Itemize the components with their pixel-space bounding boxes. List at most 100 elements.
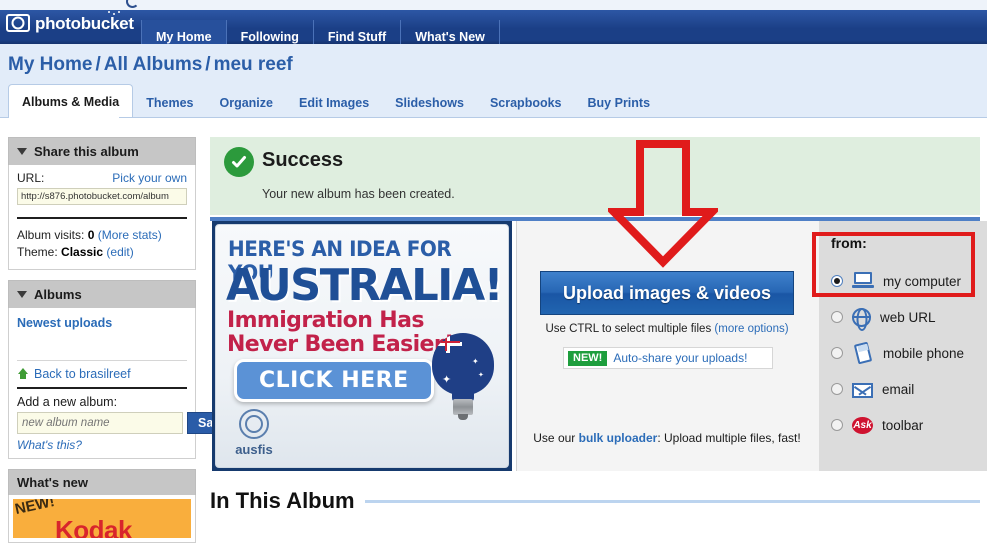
page-left-margin [0, 137, 8, 558]
tab-scrapbooks[interactable]: Scrapbooks [477, 87, 575, 118]
main-navbar: photobucket My Home Following Find Stuff… [0, 10, 987, 54]
ad-click-here-button[interactable]: CLICK HERE [234, 359, 434, 402]
albums-header[interactable]: Albums [8, 280, 196, 308]
breadcrumb-all-albums[interactable]: All Albums [104, 54, 203, 75]
success-message: Your new album has been created. [262, 187, 455, 201]
breadcrumb-meu-reef[interactable]: meu reef [214, 54, 293, 75]
success-title: Success [262, 149, 344, 171]
ad-inner: HERE'S AN IDEA FOR YOU AUSTRALIA! Immigr… [215, 224, 509, 468]
tab-buy-prints[interactable]: Buy Prints [575, 87, 664, 118]
success-check-icon [224, 147, 254, 177]
radio-web-url[interactable] [831, 311, 843, 323]
radio-mobile-phone[interactable] [831, 347, 843, 359]
divider [17, 387, 187, 389]
upload-images-videos-button[interactable]: Upload images & videos [540, 271, 794, 315]
theme-label: Theme: [17, 245, 58, 259]
bulk-uploader-line: Use our bulk uploader: Upload multiple f… [517, 431, 817, 445]
source-option-toolbar[interactable]: Ask toolbar [831, 407, 987, 443]
active-tab-mask [9, 117, 119, 119]
source-option-my-computer[interactable]: my computer [831, 263, 987, 299]
tab-slideshows[interactable]: Slideshows [382, 87, 477, 118]
upload-panel: Upload images & videos Use CTRL to selec… [516, 221, 987, 471]
whats-new-header: What's new [8, 469, 196, 495]
in-this-album-title: In This Album [210, 488, 355, 513]
tab-themes[interactable]: Themes [133, 87, 206, 118]
main-content: Success Your new album has been created.… [210, 137, 987, 513]
browser-chrome-sliver [0, 0, 987, 10]
upload-hint-text: Use CTRL to select multiple files [545, 323, 712, 335]
chevron-down-icon [17, 148, 27, 155]
whats-new-body: NEW! Kodak [8, 495, 196, 543]
auto-share-promo[interactable]: NEW! Auto-share your uploads! [563, 347, 773, 369]
camera-icon [6, 14, 30, 32]
up-arrow-icon [17, 368, 29, 380]
loading-spinner-icon [126, 0, 139, 8]
albums-title: Albums [34, 287, 82, 302]
ausfis-brand-label: ausfis [235, 442, 273, 457]
photobucket-album-page: photobucket My Home Following Find Stuff… [0, 0, 987, 558]
laptop-icon [852, 271, 874, 291]
globe-icon [852, 307, 871, 327]
mobile-phone-icon [852, 341, 874, 365]
album-visits-line: Album visits: 0 (More stats) [17, 227, 187, 244]
breadcrumb: My Home / All Albums / meu reef [8, 54, 293, 76]
back-to-parent-row[interactable]: Back to brasilreef [17, 367, 187, 381]
album-url-input[interactable]: http://s876.photobucket.com/album [17, 188, 187, 205]
success-banner: Success Your new album has been created. [210, 137, 980, 221]
new-album-name-input[interactable] [17, 412, 183, 434]
left-sidebar: Share this album URL: Pick your own http… [8, 137, 239, 553]
source-option-web-url[interactable]: web URL [831, 299, 987, 335]
source-option-email[interactable]: email [831, 371, 987, 407]
add-album-row: Save [17, 412, 239, 434]
radio-email[interactable] [831, 383, 843, 395]
share-album-panel: Share this album URL: Pick your own http… [8, 137, 196, 270]
auto-share-label[interactable]: Auto-share your uploads! [613, 351, 747, 365]
in-this-album-rule [364, 499, 980, 503]
pick-your-own-link[interactable]: Pick your own [112, 171, 187, 185]
australia-advertisement[interactable]: HERE'S AN IDEA FOR YOU AUSTRALIA! Immigr… [212, 221, 512, 471]
tab-underline [0, 117, 987, 118]
whats-new-title: What's new [17, 475, 88, 490]
url-label: URL: [17, 171, 45, 185]
source-option-mobile-phone[interactable]: mobile phone [831, 335, 987, 371]
ad-subhead-line-b: Never Been Easier! [227, 332, 454, 357]
album-visits-label: Album visits: [17, 228, 85, 242]
theme-line: Theme: Classic (edit) [17, 244, 187, 261]
share-album-body: URL: Pick your own http://s876.photobuck… [8, 165, 196, 270]
from-title: from: [831, 235, 867, 251]
radio-my-computer[interactable] [831, 275, 843, 287]
breadcrumb-separator-1: / [95, 54, 101, 75]
whats-this-link[interactable]: What's this? [17, 438, 187, 452]
more-stats-link[interactable]: (More stats) [98, 228, 162, 242]
tab-organize[interactable]: Organize [207, 87, 287, 118]
source-label-web-url: web URL [880, 309, 936, 325]
chevron-down-icon [17, 291, 27, 298]
whats-new-panel: What's new NEW! Kodak [8, 469, 196, 543]
back-to-brasilreef-link[interactable]: Back to brasilreef [34, 367, 131, 381]
bulk-suffix: : Upload multiple files, fast! [657, 431, 801, 445]
more-options-link[interactable]: (more options) [714, 323, 788, 335]
tab-albums-media[interactable]: Albums & Media [8, 84, 134, 118]
ad-headline-2: AUSTRALIA! [226, 260, 503, 311]
breadcrumb-my-home[interactable]: My Home [8, 54, 92, 75]
url-row: URL: Pick your own [17, 171, 187, 185]
kodak-brand-label: Kodak [55, 515, 132, 538]
radio-toolbar[interactable] [831, 419, 843, 431]
source-label-toolbar: toolbar [882, 417, 924, 433]
tab-edit-images[interactable]: Edit Images [286, 87, 382, 118]
ask-toolbar-icon: Ask [852, 417, 873, 434]
albums-body: Newest uploads Back to brasilreef Add a … [8, 308, 239, 459]
bulk-uploader-link[interactable]: bulk uploader [579, 431, 658, 445]
theme-edit-link[interactable]: (edit) [106, 245, 133, 259]
add-album-label: Add a new album: [17, 395, 118, 409]
source-label-email: email [882, 381, 915, 397]
sidebar-item-newest-uploads[interactable]: Newest uploads [17, 316, 187, 330]
album-visits-value: 0 [87, 228, 95, 242]
in-this-album-section: In This Album [210, 481, 980, 521]
upload-region: HERE'S AN IDEA FOR YOU AUSTRALIA! Immigr… [210, 221, 987, 471]
breadcrumb-separator-2: / [205, 54, 211, 75]
albums-panel: Albums Newest uploads Back to brasilreef… [8, 280, 239, 459]
share-album-header[interactable]: Share this album [8, 137, 196, 165]
ausfis-logo: ausfis [230, 409, 278, 457]
kodak-ad[interactable]: NEW! Kodak [13, 499, 191, 538]
